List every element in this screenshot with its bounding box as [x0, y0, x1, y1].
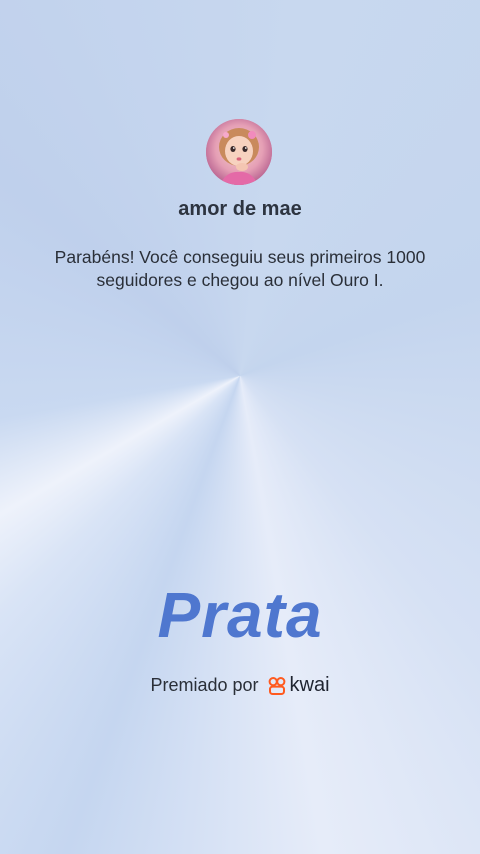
avatar	[206, 119, 272, 185]
avatar-image	[206, 119, 272, 185]
kwai-logo-icon	[268, 676, 285, 695]
awarded-by: Premiado por kwai	[0, 674, 480, 697]
awarded-label: Premiado por	[150, 675, 259, 695]
brand-name: kwai	[289, 674, 330, 696]
congratulation-message: Parabéns! Você conseguiu seus primeiros …	[54, 247, 426, 290]
level-title: Prata	[157, 579, 323, 651]
brand: kwai	[267, 674, 330, 697]
username: amor de mae	[178, 198, 302, 220]
achievement-screen: amor de mae Parabéns! Você conseguiu seu…	[0, 0, 480, 854]
